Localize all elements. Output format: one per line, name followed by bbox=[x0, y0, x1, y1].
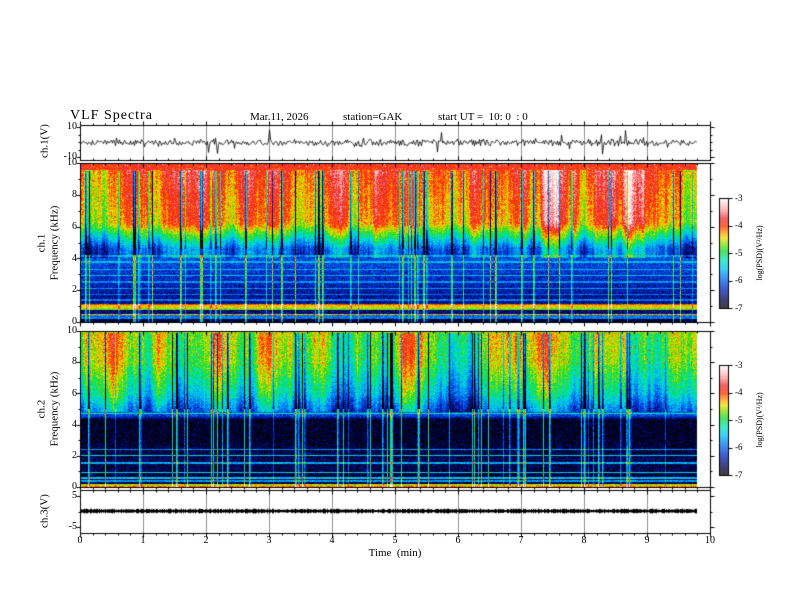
ch1v-ytick: 10 bbox=[67, 121, 77, 132]
xtick: 0 bbox=[77, 535, 83, 546]
xtick: 1 bbox=[140, 535, 146, 546]
sp2-ytick: 6 bbox=[72, 388, 77, 399]
cb2-tick: -4 bbox=[735, 387, 743, 397]
sp1-ytick: 8 bbox=[72, 189, 77, 200]
cb2-tick: -6 bbox=[735, 442, 743, 452]
sp1-ytick: 2 bbox=[72, 284, 77, 295]
xtick: 4 bbox=[329, 535, 335, 546]
ch3v-ytick: -5 bbox=[68, 521, 77, 532]
station-label: station=GAK bbox=[343, 111, 403, 123]
cb1-tick: -4 bbox=[735, 220, 743, 230]
cb2-tick: -7 bbox=[735, 470, 743, 480]
xtick: 3 bbox=[266, 535, 272, 546]
plot-title: VLF Spectra bbox=[70, 108, 153, 123]
x-axis-title: Time (min) bbox=[368, 547, 422, 559]
cb1-tick: -6 bbox=[735, 275, 743, 285]
xtick: 5 bbox=[392, 535, 398, 546]
cb2-axis-label: log(PSD)(V²/Hz) bbox=[755, 392, 764, 448]
sp2-ytick: 8 bbox=[72, 356, 77, 367]
ch1-axis-line2: Frequency (kHz) bbox=[48, 205, 60, 281]
sp1-ytick: 4 bbox=[72, 253, 77, 264]
cb1-tick: -7 bbox=[735, 303, 743, 313]
vlf-spectra-figure: VLF Spectra Mar.11, 2026 station=GAK sta… bbox=[0, 0, 792, 612]
sp2-ytick: 2 bbox=[72, 450, 77, 461]
ch2-axis-line2: Frequency (kHz) bbox=[48, 371, 60, 447]
xtick: 7 bbox=[518, 535, 524, 546]
sp1-ytick: 10 bbox=[67, 157, 77, 168]
xtick: 9 bbox=[644, 535, 650, 546]
cb2-tick: -5 bbox=[735, 415, 743, 425]
start-ut-label: start UT = 10: 0 : 0 bbox=[438, 111, 528, 123]
ch2-axis-line1: ch.2 bbox=[35, 399, 48, 419]
sp2-ytick: 4 bbox=[72, 419, 77, 430]
plot-canvas bbox=[0, 0, 792, 612]
date-label: Mar.11, 2026 bbox=[250, 111, 309, 123]
xtick: 10 bbox=[705, 535, 715, 546]
xtick: 8 bbox=[581, 535, 587, 546]
ch1-frequency-axis-label: ch.1 Frequency (kHz) bbox=[35, 206, 60, 281]
xtick: 2 bbox=[203, 535, 209, 546]
sp2-ytick: 10 bbox=[67, 325, 77, 336]
cb2-tick: -3 bbox=[735, 360, 743, 370]
ch3v-ytick: 5 bbox=[72, 490, 77, 501]
ch2-frequency-axis-label: ch.2 Frequency (kHz) bbox=[35, 372, 60, 447]
ch1-axis-line1: ch.1 bbox=[35, 233, 48, 253]
xtick: 6 bbox=[455, 535, 461, 546]
sp1-ytick: 6 bbox=[72, 221, 77, 232]
cb1-tick: -5 bbox=[735, 248, 743, 258]
cb1-axis-label: log(PSD)(V²/Hz) bbox=[755, 225, 764, 281]
cb1-tick: -3 bbox=[735, 193, 743, 203]
